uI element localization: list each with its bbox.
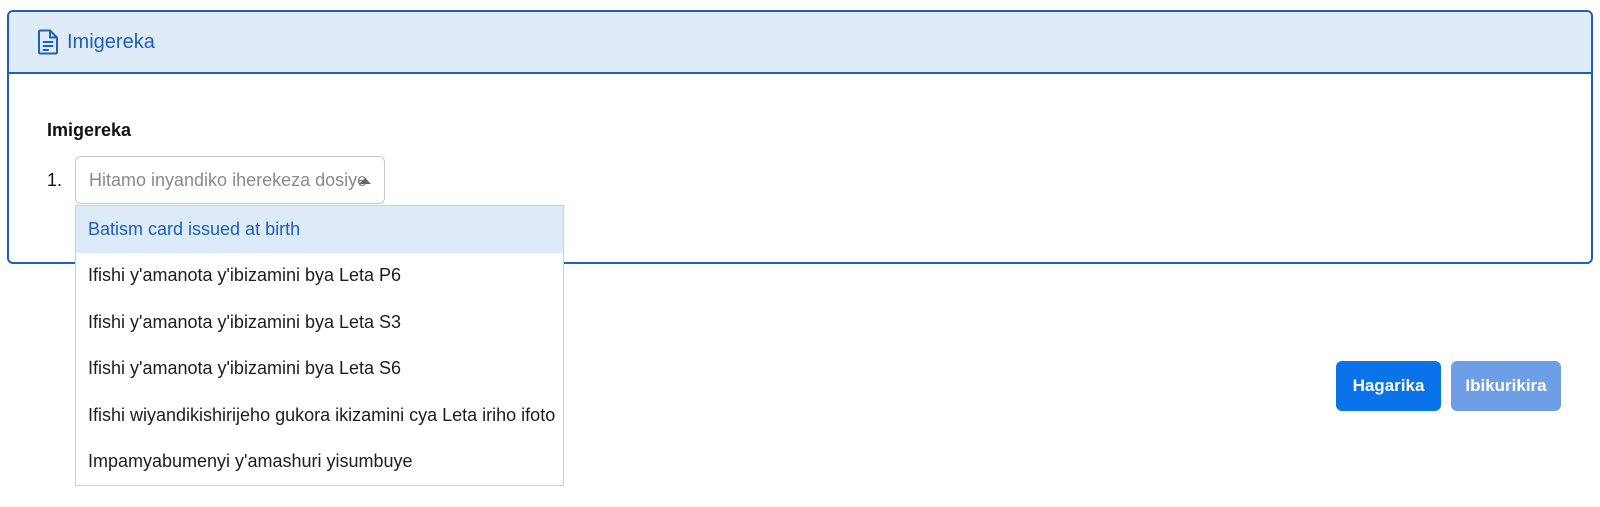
card-header: Imigereka — [9, 12, 1591, 74]
document-select[interactable]: Hitamo inyandiko iherekeza dosiye — [75, 156, 385, 204]
dropdown-option[interactable]: Batism card issued at birth — [76, 206, 563, 253]
dropdown-option[interactable]: Ifishi y'amanota y'ibizamini bya Leta P6 — [76, 253, 563, 300]
dropdown-option[interactable]: Ifishi y'amanota y'ibizamini bya Leta S3 — [76, 299, 563, 346]
item-number: 1. — [47, 170, 63, 190]
document-select-dropdown: Batism card issued at birth Ifishi y'aman… — [75, 205, 564, 486]
document-icon — [37, 29, 59, 55]
cancel-button[interactable]: Hagarika — [1336, 361, 1441, 411]
dropdown-option[interactable]: Ifishi y'amanota y'ibizamini bya Leta S6 — [76, 346, 563, 393]
dropdown-option[interactable]: Impamyabumenyi y'amashuri yisumbuye — [76, 439, 563, 486]
field-label: Imigereka — [47, 120, 132, 140]
card-title: Imigereka — [67, 30, 155, 53]
next-button[interactable]: Ibikurikira — [1451, 361, 1561, 411]
caret-up-icon — [359, 178, 371, 184]
select-placeholder: Hitamo inyandiko iherekeza dosiye — [89, 169, 368, 190]
dropdown-option[interactable]: Ifishi wiyandikishirijeho gukora ikizami… — [76, 392, 563, 439]
